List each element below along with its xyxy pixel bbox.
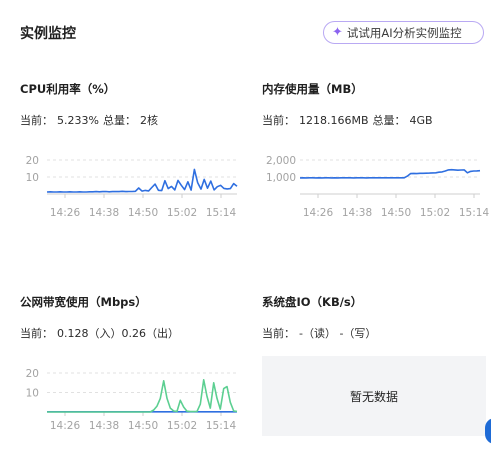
series-line-0	[46, 168, 238, 193]
x-tick-label: 14:38	[342, 207, 372, 219]
disk-current: 当前： -（读） -（写）	[262, 327, 377, 340]
x-tick-label: 15:02	[167, 420, 197, 432]
mem-chart: 1,000 2,000 14:26 14:38 14:50 15:02 15:14	[266, 155, 490, 219]
sparkle-icon: ✦	[332, 25, 343, 40]
page-title: 实例监控	[20, 26, 76, 42]
x-tick-label: 14:50	[128, 207, 158, 219]
y-tick-label: 1,000	[266, 172, 296, 184]
x-tick-label: 15:02	[420, 207, 450, 219]
cpu-title: CPU利用率（%）	[20, 82, 116, 96]
ai-analyze-label: 试试用AI分析实例监控	[346, 25, 462, 40]
series-line-1	[47, 378, 238, 413]
x-tick-label: 14:50	[128, 420, 158, 432]
disk-card: 系统盘IO（KB/s） 当前： -（读） -（写）	[262, 294, 491, 341]
disk-title: 系统盘IO（KB/s）	[262, 295, 363, 309]
x-tick-label: 15:14	[206, 420, 237, 432]
floating-help-button[interactable]	[485, 418, 491, 444]
x-tick-label: 15:14	[206, 207, 237, 219]
cpu-current: 当前： 5.233% 总量： 2核	[20, 114, 158, 127]
net-card: 公网带宽使用（Mbps） 当前： 0.128（入）0.26（出）	[20, 294, 250, 341]
x-tick-label: 14:38	[89, 420, 119, 432]
net-title: 公网带宽使用（Mbps）	[20, 295, 147, 309]
disk-empty-state: 暂无数据	[262, 356, 486, 436]
x-tick-label: 14:26	[50, 207, 81, 219]
cpu-card: CPU利用率（%） 当前： 5.233% 总量： 2核	[20, 81, 250, 128]
mem-current: 当前： 1218.166MB 总量： 4GB	[262, 114, 433, 127]
x-tick-label: 14:26	[303, 207, 334, 219]
mem-title: 内存使用量（MB）	[262, 82, 363, 96]
y-tick-label: 20	[26, 155, 39, 167]
cpu-chart: 10 20 14:26 14:38 14:50 15:02 15:14	[26, 155, 238, 219]
x-tick-label: 14:26	[50, 420, 81, 432]
y-tick-label: 10	[26, 172, 39, 184]
x-tick-label: 14:50	[381, 207, 411, 219]
x-tick-label: 15:14	[459, 207, 490, 219]
mem-card: 内存使用量（MB） 当前： 1218.166MB 总量： 4GB	[262, 81, 491, 128]
y-tick-label: 2,000	[266, 155, 296, 167]
x-tick-label: 14:38	[89, 207, 119, 219]
x-tick-label: 15:02	[167, 207, 197, 219]
y-tick-label: 10	[26, 388, 39, 400]
net-current: 当前： 0.128（入）0.26（出）	[20, 327, 179, 340]
ai-analyze-button[interactable]: ✦ 试试用AI分析实例监控	[323, 21, 484, 44]
y-tick-label: 20	[26, 368, 39, 380]
net-chart: 10 20 14:26 14:38 14:50 15:02 15:14	[26, 368, 238, 432]
